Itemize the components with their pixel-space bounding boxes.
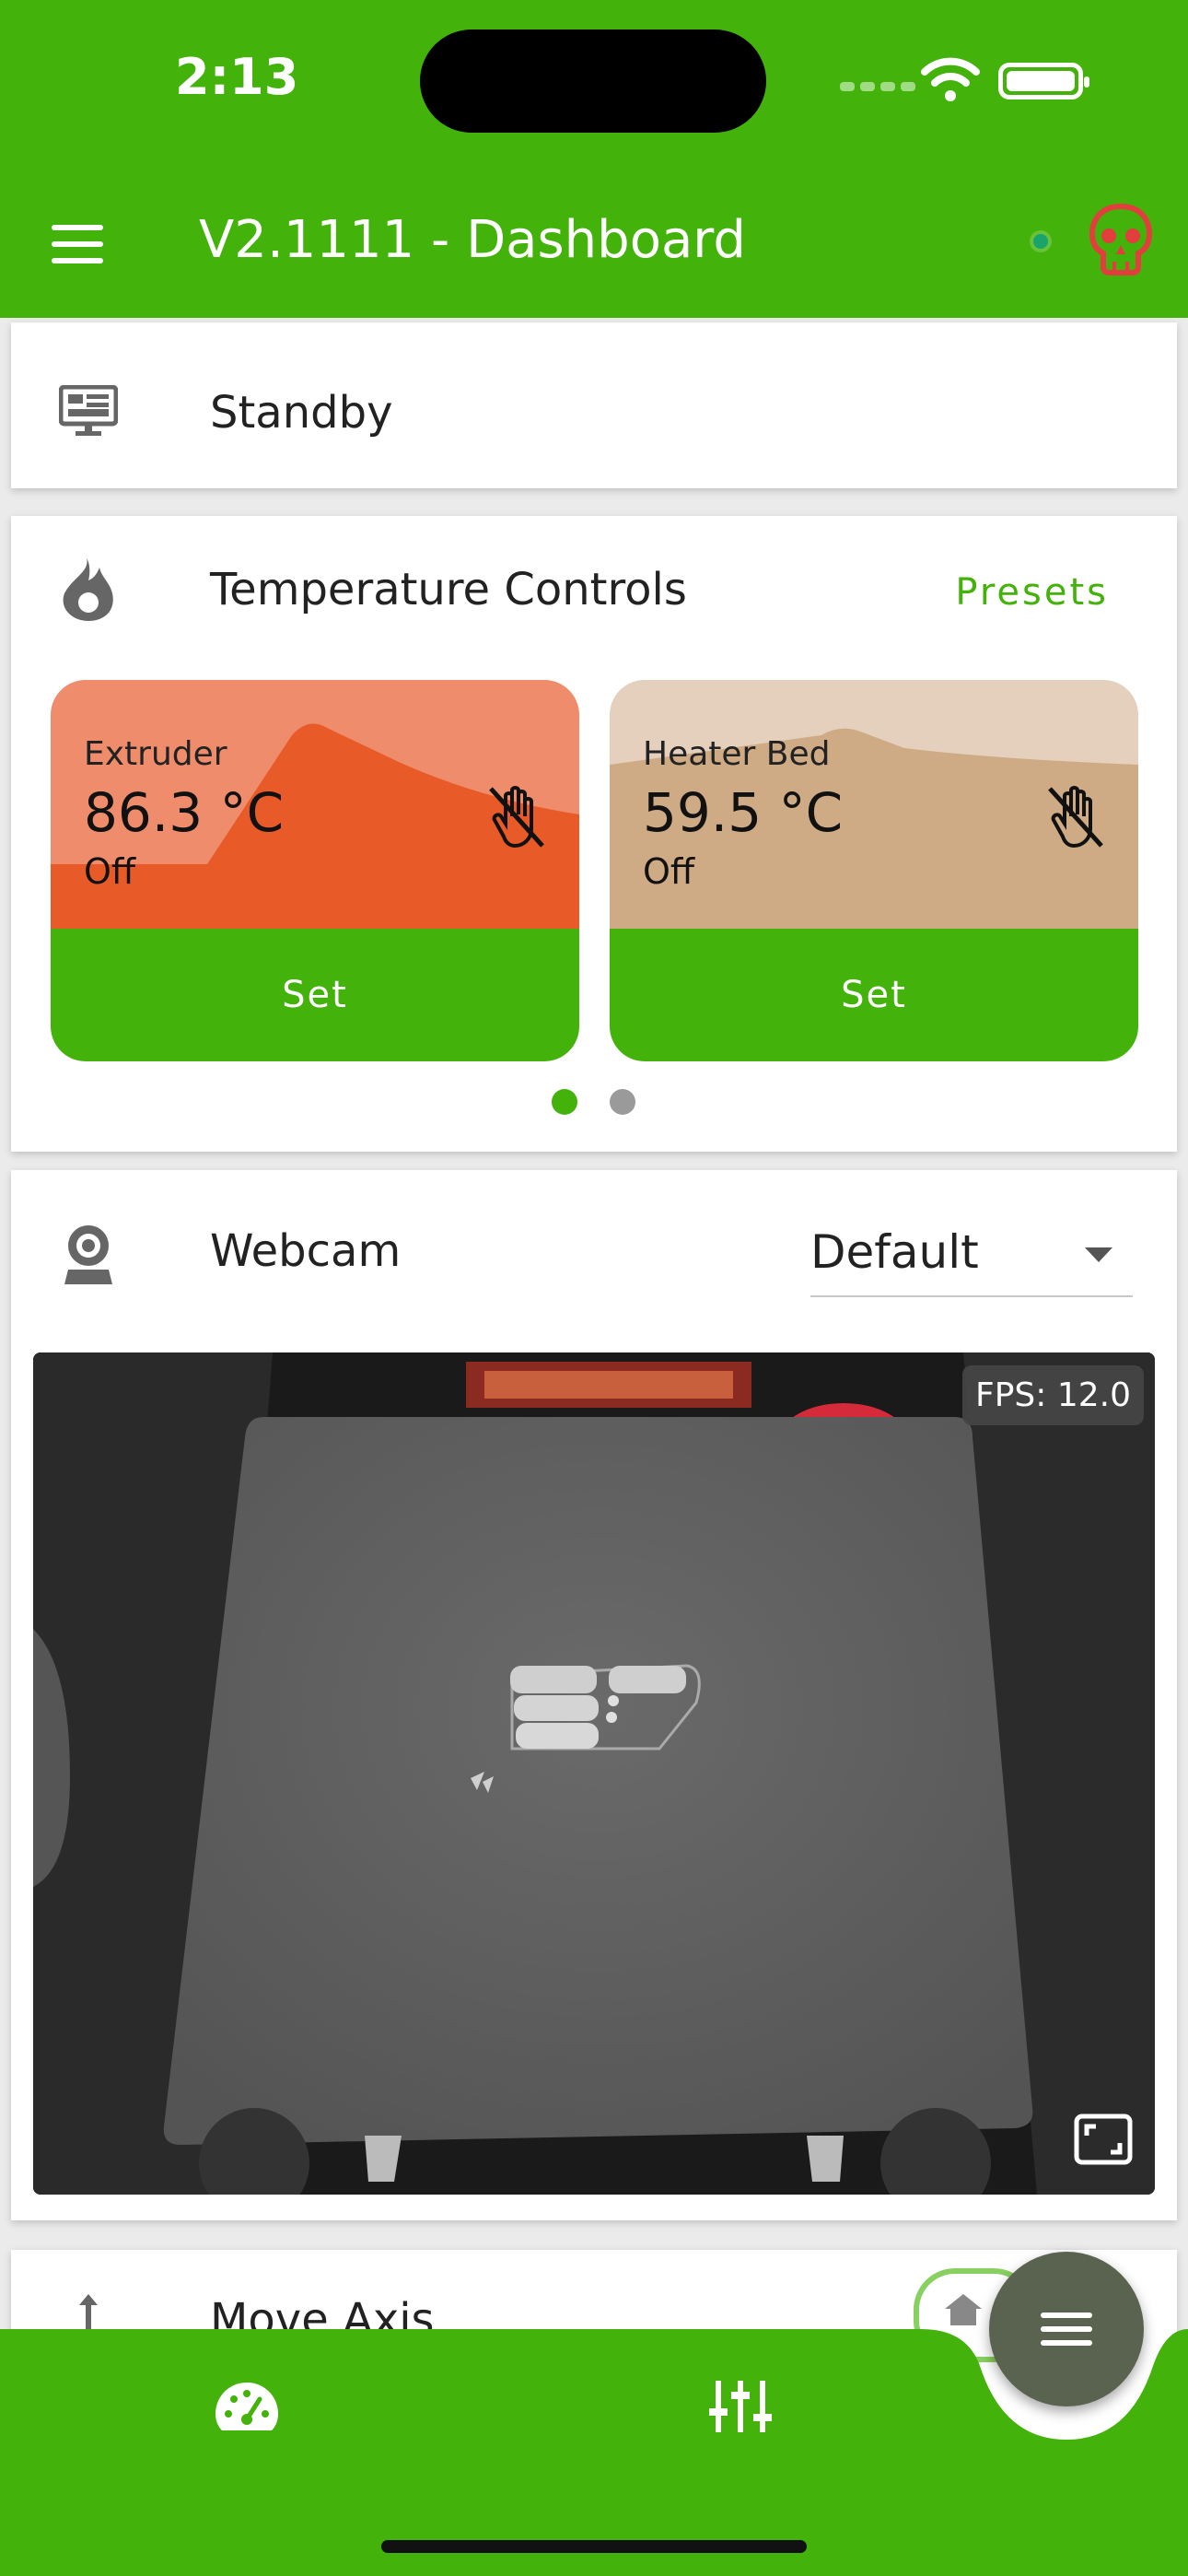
wifi-icon — [921, 57, 980, 101]
webcam-title: Webcam — [210, 1225, 402, 1277]
dropdown-arrow-icon — [1085, 1247, 1112, 1262]
hamburger-menu-icon[interactable] — [52, 225, 103, 263]
home-icon — [945, 2294, 982, 2325]
extruder-name: Extruder — [84, 735, 227, 773]
page-indicator-dot[interactable] — [610, 1089, 635, 1115]
fab-menu-button[interactable] — [989, 2252, 1144, 2406]
heater-bed-name: Heater Bed — [643, 735, 831, 773]
standby-title: Standby — [210, 387, 393, 439]
heater-bed-set-button[interactable]: Set — [610, 929, 1138, 1061]
tune-sliders-icon[interactable] — [709, 2381, 772, 2432]
fps-badge: FPS: 12.0 — [962, 1365, 1144, 1425]
standby-card — [11, 322, 1177, 488]
heater-bed-temperature-tile[interactable]: Heater Bed 59.5 °C Off Set — [610, 680, 1138, 1061]
connection-status-dot — [1033, 234, 1048, 249]
camera-select-value: Default — [810, 1225, 979, 1279]
flame-icon — [63, 558, 113, 621]
camera-select[interactable]: Default — [810, 1216, 1133, 1297]
dynamic-island — [420, 29, 766, 133]
hand-raised-off-icon — [1048, 786, 1103, 849]
webcam-image — [33, 1352, 1155, 2195]
page-title: V2.1111 - Dashboard — [199, 210, 746, 270]
status-time: 2:13 — [175, 48, 299, 106]
extruder-set-button[interactable]: Set — [51, 929, 579, 1061]
hand-raised-off-icon — [489, 786, 544, 849]
temperature-controls-title: Temperature Controls — [210, 564, 687, 615]
fullscreen-icon[interactable] — [1074, 2113, 1133, 2165]
extruder-temperature: 86.3 °C — [84, 781, 285, 844]
home-indicator[interactable] — [381, 2540, 807, 2553]
heater-bed-state: Off — [643, 851, 695, 892]
webcam-icon — [64, 1225, 112, 1284]
presets-button[interactable]: Presets — [955, 571, 1109, 614]
webcam-stream[interactable]: FPS: 12.0 — [33, 1352, 1155, 2195]
dashboard-gauge-icon[interactable] — [214, 2381, 280, 2432]
extruder-state: Off — [84, 851, 136, 892]
move-axis-arrow-icon — [79, 2294, 98, 2331]
heater-bed-temperature: 59.5 °C — [643, 781, 844, 844]
battery-icon — [998, 63, 1089, 100]
extruder-temperature-tile[interactable]: Extruder 86.3 °C Off Set — [51, 680, 579, 1061]
page-indicator-dot-active[interactable] — [552, 1089, 577, 1115]
emergency-stop-skull-icon[interactable] — [1087, 203, 1155, 276]
monitor-dashboard-icon — [59, 385, 118, 436]
